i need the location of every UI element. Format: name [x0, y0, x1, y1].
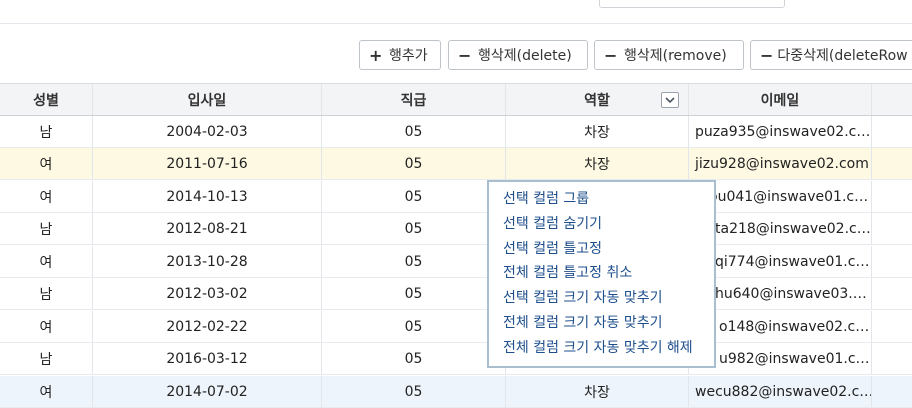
cell-hire-date: 2011-07-16: [93, 148, 322, 179]
cell-grade: 05: [322, 213, 506, 244]
cell-hire-date: 2014-07-02: [93, 376, 322, 407]
column-header-gender[interactable]: 성별: [0, 84, 93, 115]
cell-grade: 05: [322, 246, 506, 277]
cell-grade: 05: [322, 116, 506, 147]
cell-hire-date: 2014-10-13: [93, 181, 322, 212]
cell-email: ou041@inswave01.c…: [689, 181, 872, 212]
cell-hire-date: 2004-02-03: [93, 116, 322, 147]
column-context-menu: 선택 컬럼 그룹 선택 컬럼 숨기기 선택 컬럼 틀고정 전체 컬럼 틀고정 취…: [487, 180, 716, 368]
search-input[interactable]: [599, 0, 785, 8]
cell-extra: [872, 278, 912, 309]
multi-delete-button[interactable]: − 다중삭제(deleteRow: [750, 40, 912, 70]
add-row-label: 행추가: [389, 48, 428, 64]
cell-grade: 05: [322, 148, 506, 179]
top-divider: [0, 23, 912, 24]
cell-extra: [872, 343, 912, 374]
minus-icon: −: [458, 45, 472, 65]
cell-gender: 여: [0, 376, 93, 407]
cell-extra: [872, 181, 912, 212]
cell-gender: 여: [0, 311, 93, 342]
table-row[interactable]: 여 2014-10-13 05 ou041@inswave01.c…: [0, 181, 912, 213]
cell-hire-date: 2012-02-22: [93, 311, 322, 342]
column-header-hire-date[interactable]: 입사일: [93, 84, 322, 115]
table-row[interactable]: 여 2012-02-22 05 o148@inswave02.c…: [0, 311, 912, 343]
cell-email: o148@inswave02.c…: [689, 311, 872, 342]
delete-row-label: 행삭제(delete): [478, 48, 572, 64]
cell-gender: 여: [0, 181, 93, 212]
cell-extra: [872, 148, 912, 179]
cell-grade: 05: [322, 376, 506, 407]
minus-icon: −: [760, 45, 774, 65]
column-header-role-label: 역할: [584, 92, 610, 109]
cell-email: qi774@inswave01.c…: [689, 246, 872, 277]
cell-gender: 남: [0, 213, 93, 244]
menu-item-hide-column[interactable]: 선택 컬럼 숨기기: [489, 212, 714, 237]
cell-email: u982@inswave01.c…: [689, 343, 872, 374]
column-header-role[interactable]: 역할: [506, 84, 689, 115]
menu-item-autofit-all-off[interactable]: 전체 컬럼 크기 자동 맞추기 해제: [489, 336, 714, 361]
grid-toolbar: + 행추가 − 행삭제(delete) − 행삭제(remove) − 다중삭제…: [0, 40, 912, 72]
cell-grade: 05: [322, 278, 506, 309]
multi-delete-label: 다중삭제(deleteRow: [777, 48, 908, 64]
cell-gender: 남: [0, 278, 93, 309]
remove-row-label: 행삭제(remove): [624, 48, 727, 64]
table-row[interactable]: 여 2014-07-02 05 차장 wecu882@inswave02.c…: [0, 376, 912, 408]
add-row-button[interactable]: + 행추가: [359, 40, 441, 70]
cell-role: 차장: [506, 148, 689, 179]
cell-hire-date: 2012-08-21: [93, 213, 322, 244]
table-row[interactable]: 남 2012-03-02 05 hu640@inswave03.…: [0, 278, 912, 310]
table-row[interactable]: 여 2011-07-16 05 차장 jizu928@inswave02.com: [0, 148, 912, 180]
grid-header: 성별 입사일 직급 역할 이메일: [0, 83, 912, 116]
menu-item-unfreeze-all[interactable]: 전체 컬럼 틀고정 취소: [489, 261, 714, 286]
cell-role: 차장: [506, 376, 689, 407]
top-bar: [0, 0, 912, 24]
delete-row-button[interactable]: − 행삭제(delete): [448, 40, 588, 70]
column-header-extra[interactable]: [872, 84, 912, 115]
table-row[interactable]: 남 2012-08-21 05 ta218@inswave02.c…: [0, 213, 912, 245]
cell-extra: [872, 213, 912, 244]
menu-item-group-column[interactable]: 선택 컬럼 그룹: [489, 187, 714, 212]
table-row[interactable]: 남 2004-02-03 05 차장 puza935@inswave02.c…: [0, 116, 912, 148]
cell-gender: 남: [0, 116, 93, 147]
cell-extra: [872, 246, 912, 277]
menu-item-freeze-column[interactable]: 선택 컬럼 틀고정: [489, 237, 714, 262]
minus-icon: −: [604, 45, 618, 65]
column-header-email[interactable]: 이메일: [689, 84, 872, 115]
cell-hire-date: 2012-03-02: [93, 278, 322, 309]
menu-item-autofit-selected[interactable]: 선택 컬럼 크기 자동 맞추기: [489, 286, 714, 311]
cell-email: jizu928@inswave02.com: [689, 148, 872, 179]
cell-extra: [872, 116, 912, 147]
cell-email: hu640@inswave03.…: [689, 278, 872, 309]
remove-row-button[interactable]: − 행삭제(remove): [594, 40, 744, 70]
table-row[interactable]: 여 2013-10-28 05 qi774@inswave01.c…: [0, 246, 912, 278]
column-header-grade[interactable]: 직급: [322, 84, 506, 115]
cell-email: puza935@inswave02.c…: [689, 116, 872, 147]
cell-gender: 여: [0, 148, 93, 179]
chevron-down-icon[interactable]: [661, 92, 679, 108]
cell-hire-date: 2013-10-28: [93, 246, 322, 277]
table-row[interactable]: 남 2016-03-12 05 u982@inswave01.c…: [0, 343, 912, 375]
cell-grade: 05: [322, 181, 506, 212]
cell-grade: 05: [322, 343, 506, 374]
cell-gender: 여: [0, 246, 93, 277]
cell-hire-date: 2016-03-12: [93, 343, 322, 374]
cell-email: wecu882@inswave02.c…: [689, 376, 872, 407]
cell-extra: [872, 376, 912, 407]
cell-extra: [872, 311, 912, 342]
menu-item-autofit-all[interactable]: 전체 컬럼 크기 자동 맞추기: [489, 311, 714, 336]
plus-icon: +: [369, 45, 383, 65]
cell-grade: 05: [322, 311, 506, 342]
cell-email: ta218@inswave02.c…: [689, 213, 872, 244]
cell-gender: 남: [0, 343, 93, 374]
cell-role: 차장: [506, 116, 689, 147]
